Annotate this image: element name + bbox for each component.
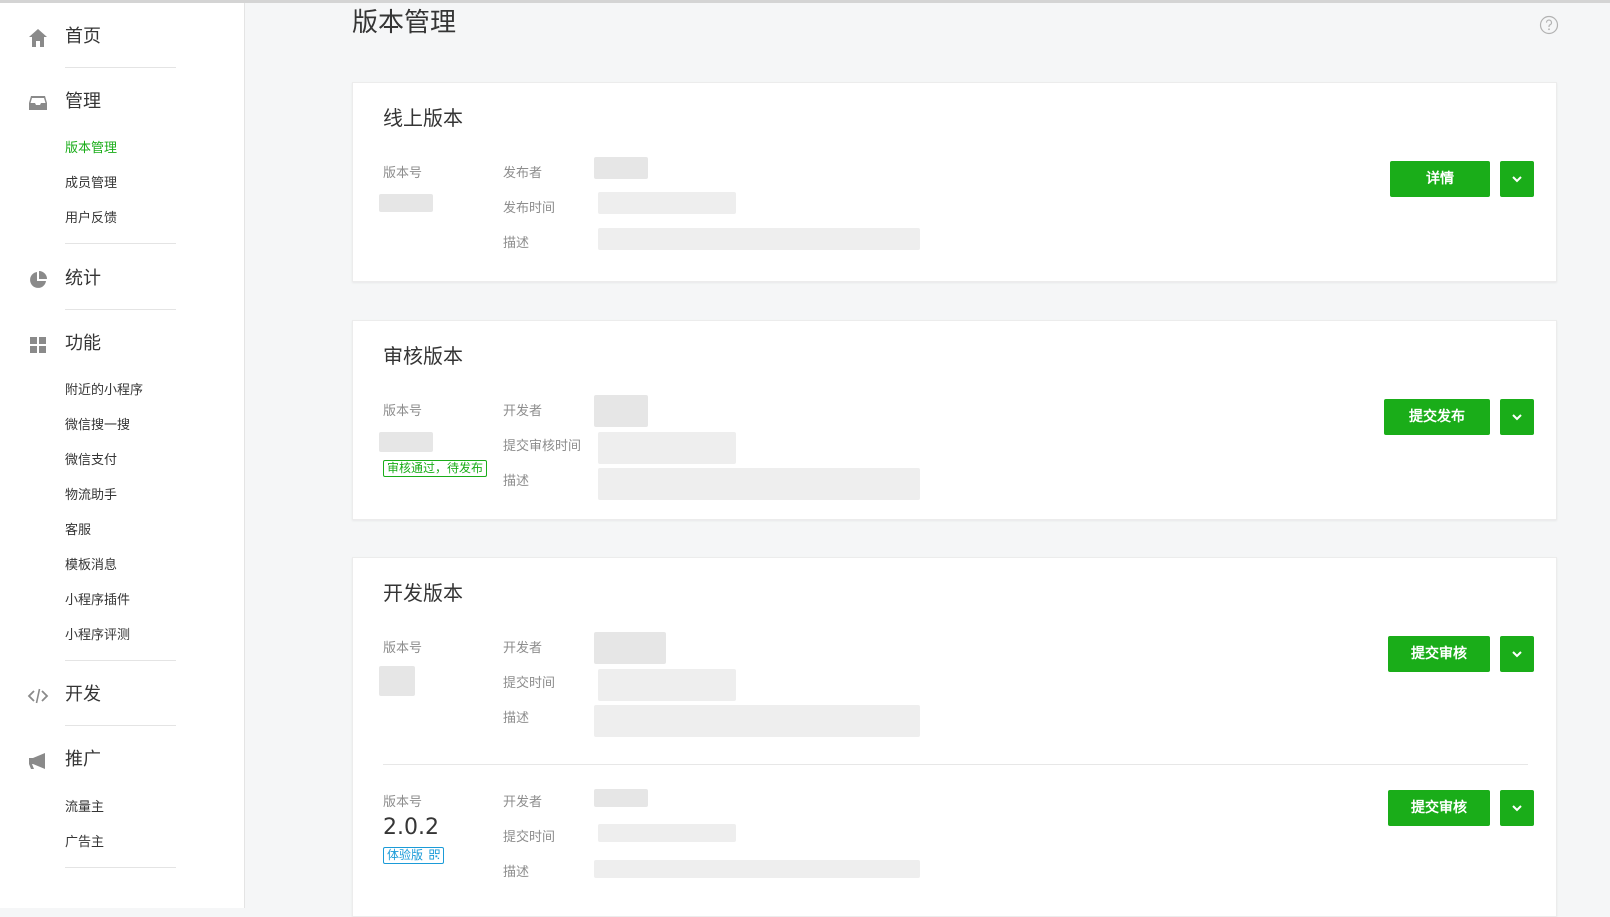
sidebar-item-user-feedback[interactable]: 用户反馈 [65, 210, 117, 228]
page-title: 版本管理 [352, 8, 457, 38]
dev-more-dropdown[interactable] [1500, 636, 1534, 672]
qrcode-icon [429, 849, 440, 860]
review-time-label: 提交审核时间 [503, 439, 582, 454]
redacted-publisher [594, 157, 648, 179]
dev-version-title: 开发版本 [383, 581, 463, 605]
version-number: 2.0.2 [383, 815, 439, 840]
sidebar-item-label: 开发 [65, 684, 101, 705]
redacted-description [594, 860, 920, 878]
home-icon [27, 27, 49, 49]
sidebar-item-nearby[interactable]: 附近的小程序 [65, 382, 143, 400]
redacted-description [594, 705, 920, 737]
trial-version-badge[interactable]: 体验版 [383, 847, 444, 864]
chevron-down-icon [1512, 651, 1522, 658]
redacted-review-time [598, 432, 736, 464]
submit-publish-button[interactable]: 提交发布 [1384, 399, 1490, 435]
redacted-publish-time [598, 192, 736, 214]
sidebar-item-wechat-pay[interactable]: 微信支付 [65, 452, 117, 470]
developer-label: 开发者 [503, 641, 543, 656]
sidebar-item-wechat-search[interactable]: 微信搜一搜 [65, 417, 130, 435]
sidebar-item-label: 推广 [65, 749, 101, 770]
sidebar-divider [65, 67, 176, 68]
description-label: 描述 [503, 474, 530, 489]
sidebar-item-member-manage[interactable]: 成员管理 [65, 175, 117, 193]
sidebar-item-manage[interactable]: 管理 [0, 84, 245, 120]
sidebar-divider [65, 309, 176, 310]
sidebar-item-label: 功能 [65, 333, 101, 354]
sidebar-item-dev[interactable]: 开发 [0, 677, 245, 713]
code-icon [27, 685, 49, 707]
online-more-dropdown[interactable] [1500, 161, 1534, 197]
submit-time-label: 提交时间 [503, 676, 556, 691]
version-label: 版本号 [383, 641, 423, 656]
row-divider [383, 764, 1528, 765]
sidebar-divider [65, 243, 176, 244]
sidebar-item-evaluation[interactable]: 小程序评测 [65, 627, 130, 645]
online-version-title: 线上版本 [383, 106, 463, 130]
review-version-card: 审核版本 版本号 审核通过，待发布 开发者 提交审核时间 描述 提交发布 [352, 320, 1557, 520]
developer-label: 开发者 [503, 404, 543, 419]
redacted-description [598, 228, 920, 250]
publish-time-label: 发布时间 [503, 201, 556, 216]
publisher-label: 发布者 [503, 166, 543, 181]
redacted-version [379, 666, 415, 696]
redacted-submit-time [598, 824, 736, 842]
redacted-description [598, 468, 920, 500]
version-label: 版本号 [383, 404, 423, 419]
megaphone-icon [27, 750, 49, 772]
description-label: 描述 [503, 711, 530, 726]
question-circle-icon[interactable] [1539, 15, 1559, 35]
sidebar-divider [65, 725, 176, 726]
redacted-developer [594, 395, 648, 427]
sidebar-item-label: 管理 [65, 91, 101, 112]
redacted-submit-time [598, 669, 736, 701]
sidebar-item-plugins[interactable]: 小程序插件 [65, 592, 130, 610]
pie-chart-icon [27, 269, 49, 291]
online-version-card: 线上版本 版本号 发布者 发布时间 描述 详情 [352, 82, 1557, 282]
inbox-icon [27, 92, 49, 114]
sidebar-item-logistics[interactable]: 物流助手 [65, 487, 117, 505]
version-label: 版本号 [383, 166, 423, 181]
chevron-down-icon [1512, 805, 1522, 812]
sidebar-item-features[interactable]: 功能 [0, 326, 245, 362]
sidebar-item-label: 统计 [65, 268, 101, 289]
sidebar-item-promote[interactable]: 推广 [0, 742, 245, 778]
description-label: 描述 [503, 865, 530, 880]
trial-tag-label: 体验版 [387, 848, 424, 862]
submit-time-label: 提交时间 [503, 830, 556, 845]
sidebar-item-home[interactable]: 首页 [0, 19, 245, 55]
status-badge: 审核通过，待发布 [383, 460, 488, 477]
sidebar-item-template-message[interactable]: 模板消息 [65, 557, 117, 575]
sidebar-item-traffic-host[interactable]: 流量主 [65, 799, 104, 817]
developer-label: 开发者 [503, 795, 543, 810]
review-version-title: 审核版本 [383, 344, 463, 368]
chevron-down-icon [1512, 414, 1522, 421]
version-label: 版本号 [383, 795, 423, 810]
sidebar-item-advertiser[interactable]: 广告主 [65, 834, 104, 852]
grid-icon [27, 334, 49, 356]
sidebar-divider [65, 867, 176, 868]
submit-review-button[interactable]: 提交审核 [1388, 636, 1490, 672]
description-label: 描述 [503, 236, 530, 251]
redacted-version [379, 432, 433, 452]
sidebar-item-stats[interactable]: 统计 [0, 261, 245, 297]
review-more-dropdown[interactable] [1500, 399, 1534, 435]
sidebar-item-label: 首页 [65, 26, 101, 47]
dev-more-dropdown[interactable] [1500, 790, 1534, 826]
details-button[interactable]: 详情 [1390, 161, 1490, 197]
sidebar-item-version-manage[interactable]: 版本管理 [65, 140, 117, 158]
dev-version-card: 开发版本 版本号 开发者 提交时间 描述 提交审核 版本号 2.0.2 体验版 … [352, 557, 1557, 917]
sidebar-divider [65, 660, 176, 661]
redacted-developer [594, 632, 666, 664]
redacted-version [379, 194, 433, 212]
submit-review-button[interactable]: 提交审核 [1388, 790, 1490, 826]
chevron-down-icon [1512, 176, 1522, 183]
redacted-developer [594, 789, 648, 807]
sidebar-item-customer-service[interactable]: 客服 [65, 522, 91, 540]
sidebar: 首页 管理 版本管理 成员管理 用户反馈 统计 功能 附近的小程序 微信搜一搜 … [0, 3, 245, 908]
